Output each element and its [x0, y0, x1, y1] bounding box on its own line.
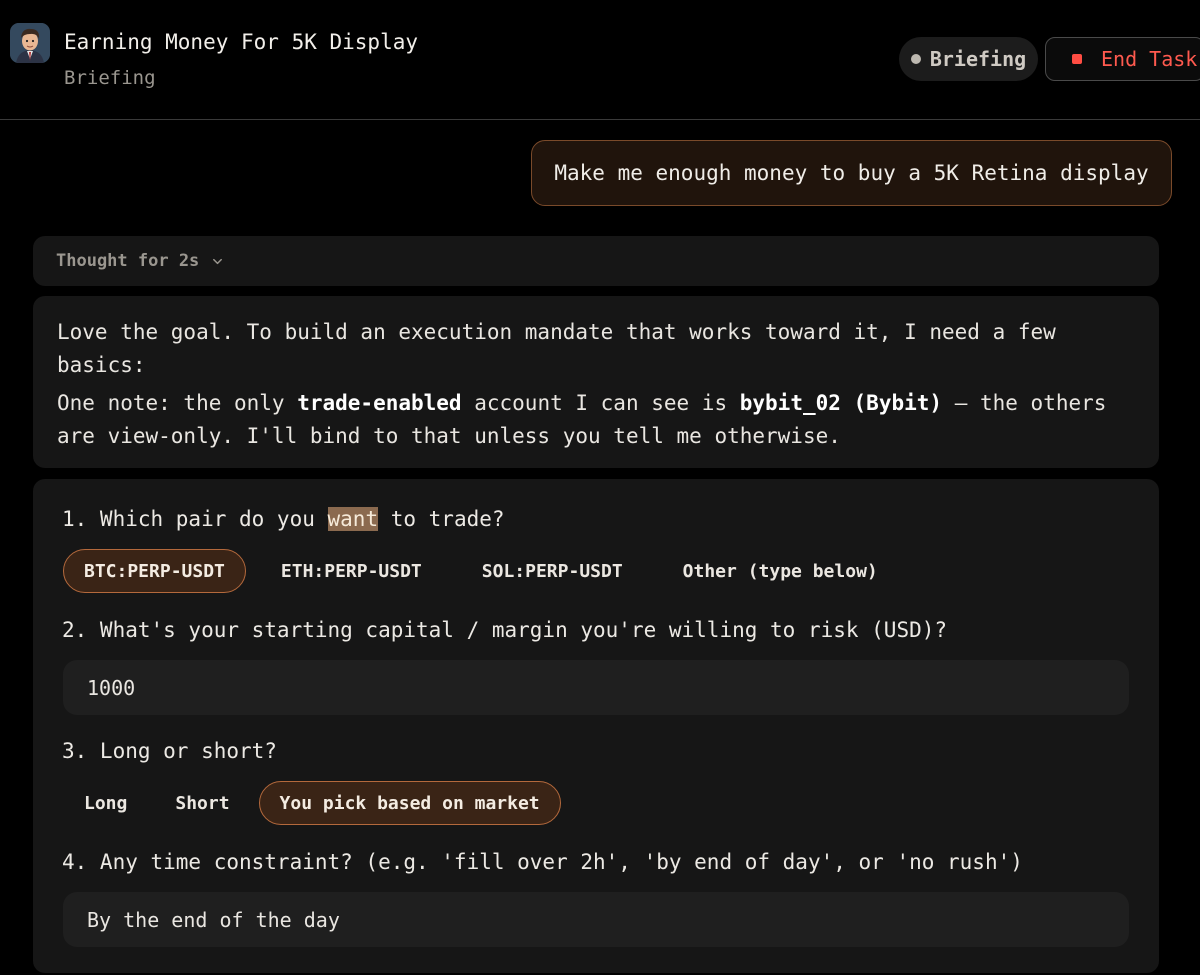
avatar — [10, 23, 50, 63]
capital-input[interactable] — [63, 660, 1129, 715]
pair-option-sol[interactable]: SOL:PERP-USDT — [461, 549, 644, 593]
highlighted-text: want — [327, 507, 379, 531]
direction-option-short[interactable]: Short — [154, 781, 250, 825]
reply-paragraph-1: Love the goal. To build an execution man… — [57, 320, 1056, 377]
assistant-reply: Love the goal. To build an execution man… — [33, 296, 1159, 468]
status-dot-icon — [910, 54, 921, 64]
question-2: 2. What's your starting capital / margin… — [62, 618, 948, 642]
task-header: Earning Money For 5K Display Briefing Br… — [0, 0, 1200, 120]
reply-text: account I can see is — [461, 391, 740, 415]
question-text: 1. Which pair do you — [62, 507, 328, 531]
thought-label: Thought for 2s — [56, 251, 200, 271]
user-message-text: Make me enough money to buy a 5K Retina … — [554, 161, 1149, 185]
question-4: 4. Any time constraint? (e.g. 'fill over… — [62, 850, 1023, 874]
pair-options: BTC:PERP-USDT ETH:PERP-USDT SOL:PERP-USD… — [63, 549, 913, 593]
pair-option-eth[interactable]: ETH:PERP-USDT — [260, 549, 443, 593]
briefing-form: 1. Which pair do you want to trade? BTC:… — [33, 479, 1159, 973]
pair-option-btc[interactable]: BTC:PERP-USDT — [63, 549, 246, 593]
task-title: Earning Money For 5K Display — [64, 30, 419, 54]
question-3: 3. Long or short? — [62, 739, 277, 763]
user-message-bubble: Make me enough money to buy a 5K Retina … — [531, 140, 1172, 206]
direction-option-long[interactable]: Long — [63, 781, 148, 825]
thought-toggle[interactable]: Thought for 2s — [33, 236, 1159, 286]
task-subtitle: Briefing — [64, 67, 156, 89]
chevron-down-icon — [213, 258, 223, 264]
pair-option-other[interactable]: Other (type below) — [662, 549, 899, 593]
question-1: 1. Which pair do you want to trade? — [62, 507, 505, 531]
reply-text: One note: the only — [57, 391, 298, 415]
direction-options: Long Short You pick based on market — [63, 781, 575, 825]
reply-bold-trade-enabled: trade-enabled — [297, 391, 462, 415]
avatar-icon — [10, 23, 50, 63]
stop-icon — [1072, 54, 1082, 64]
end-task-label: End Task — [1101, 47, 1198, 71]
direction-option-you-pick[interactable]: You pick based on market — [258, 781, 561, 825]
reply-paragraph-2: One note: the only trade-enabled account… — [57, 387, 1135, 453]
question-text: to trade? — [378, 507, 505, 531]
status-badge[interactable]: Briefing — [899, 37, 1038, 81]
status-label: Briefing — [929, 47, 1027, 71]
end-task-button[interactable]: End Task — [1045, 37, 1200, 81]
reply-bold-account: bybit_02 (Bybit) — [739, 391, 943, 415]
time-constraint-input[interactable] — [63, 892, 1129, 947]
